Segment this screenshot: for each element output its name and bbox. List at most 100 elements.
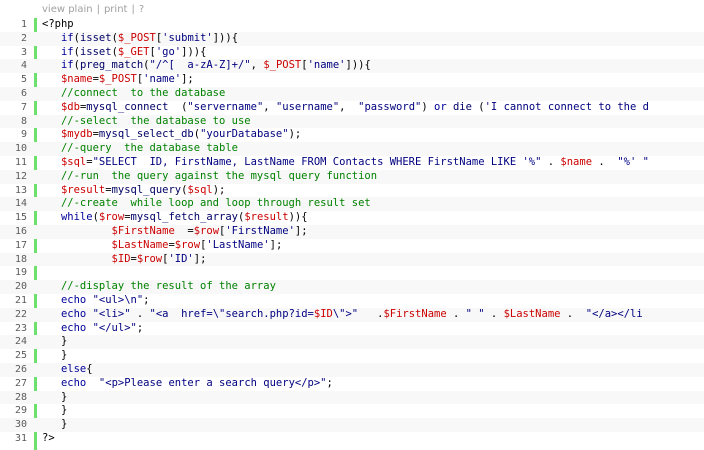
- code-token: //-run the query against the mysql query…: [60, 169, 378, 182]
- code-token: }: [42, 404, 68, 417]
- code-token: 'go': [155, 45, 182, 58]
- code-token: else: [60, 363, 87, 375]
- code-token: $_GET: [117, 45, 150, 58]
- line-number: 29: [14, 405, 27, 417]
- code-token: $row: [174, 238, 201, 251]
- code-line: 1 <?php: [0, 18, 704, 32]
- code-token: }: [42, 335, 68, 348]
- line-number: 23: [14, 322, 27, 334]
- code-token: ];: [294, 225, 308, 237]
- line-source: echo "</ul>";: [42, 322, 143, 336]
- code-token: $result: [60, 183, 106, 196]
- code-token: .: [484, 307, 504, 320]
- code-toolbar: view plain | print |?: [0, 0, 704, 18]
- code-line: 18 $ID=$row['ID'];: [0, 252, 704, 267]
- code-token: "username": [275, 100, 340, 113]
- code-token: "SELECT ID, FirstName, LastName FROM Con…: [92, 156, 542, 168]
- code-token: "%' ": [617, 156, 649, 168]
- code-token: ;: [143, 294, 150, 306]
- line-number: 25: [14, 350, 27, 362]
- line-number: 30: [14, 419, 27, 431]
- code-listing[interactable]: 1 <?php 2 if(isset($_POST['submit'])){3 if…: [0, 18, 704, 450]
- code-token: ;: [136, 321, 144, 334]
- line-source: $FirstName =$row['FirstName'];: [42, 225, 308, 239]
- print-link[interactable]: print: [104, 4, 128, 15]
- line-source: if(isset($_GET['go'])){: [42, 46, 206, 60]
- code-line: 23 echo "</ul>";: [0, 322, 704, 336]
- code-token: .: [592, 156, 618, 168]
- code-token: ;: [326, 376, 333, 389]
- code-token: mysql_fetch_array: [130, 211, 238, 224]
- view-plain-link[interactable]: view plain: [42, 4, 93, 15]
- code-token: //-select the database to use: [60, 114, 251, 127]
- code-line: 31 ?>: [0, 432, 704, 446]
- line-number: 13: [14, 184, 27, 196]
- code-line: 15 while($row=mysql_fetch_array($result)…: [0, 211, 704, 225]
- line-source: $ID=$row['ID'];: [42, 253, 207, 267]
- code-token: "/^[ a-zA-Z]+/": [149, 59, 251, 72]
- code-token: $_POST: [117, 31, 156, 44]
- line-number: 18: [14, 253, 27, 265]
- line-number: 5: [20, 74, 27, 86]
- line-source: //-query the database table: [42, 142, 238, 156]
- code-token: \">": [332, 307, 359, 320]
- code-token: $mydb: [60, 128, 93, 141]
- code-token: 'submit': [162, 31, 213, 44]
- code-token: $LastName: [503, 307, 561, 320]
- code-token: (: [471, 100, 485, 113]
- help-link[interactable]: ?: [139, 4, 144, 15]
- code-token: "<ul>\n": [92, 294, 144, 306]
- code-token: preg_match: [79, 59, 144, 72]
- toolbar-separator: |: [131, 4, 135, 15]
- code-token: if: [60, 45, 74, 58]
- code-line: 25 }: [0, 349, 704, 363]
- code-line: 12 //-run the query against the mysql qu…: [0, 169, 704, 184]
- code-token: ,: [263, 100, 276, 113]
- code-token: $FirstName: [111, 225, 175, 237]
- code-line: 17 $LastName=$row['LastName'];: [0, 239, 704, 253]
- code-token: 'FirstName': [225, 225, 295, 237]
- code-line: 7 $db=mysql_connect ("servername", "user…: [0, 101, 704, 115]
- code-token: <?php: [42, 18, 74, 30]
- code-token: ])){: [181, 45, 207, 58]
- code-token: .: [560, 307, 586, 320]
- code-token: $_POST: [263, 59, 302, 72]
- code-token: echo: [60, 307, 87, 320]
- code-line: 19: [0, 266, 704, 280]
- code-token: ?>: [42, 432, 55, 444]
- line-source: $db=mysql_connect ("servername", "userna…: [42, 101, 649, 115]
- code-token: "</ul>": [92, 321, 137, 334]
- line-source: $result=mysql_query($sql);: [42, 184, 225, 198]
- code-token: $row: [98, 211, 125, 224]
- code-token: if: [60, 59, 74, 72]
- code-line: 9 $mydb=mysql_select_db("yourDatabase");: [0, 128, 704, 142]
- code-token: 'I cannot connect to the d: [484, 100, 649, 113]
- code-token: if: [60, 31, 74, 44]
- code-line: 26 else{: [0, 363, 704, 377]
- code-token: //-query the database table: [60, 142, 238, 155]
- code-token: //connect to the database: [60, 87, 226, 99]
- line-number: 24: [14, 336, 27, 348]
- code-token: or: [434, 100, 447, 113]
- code-token: .: [541, 156, 561, 168]
- code-token: }: [42, 349, 68, 362]
- code-token: =: [174, 225, 194, 237]
- line-source: $sql="SELECT ID, FirstName, LastName FRO…: [42, 156, 649, 170]
- code-token: "<li>": [92, 307, 131, 320]
- code-token: while: [60, 211, 93, 224]
- line-source: <?php: [42, 18, 74, 32]
- code-token: "servername": [187, 100, 264, 113]
- line-number: 10: [14, 143, 27, 155]
